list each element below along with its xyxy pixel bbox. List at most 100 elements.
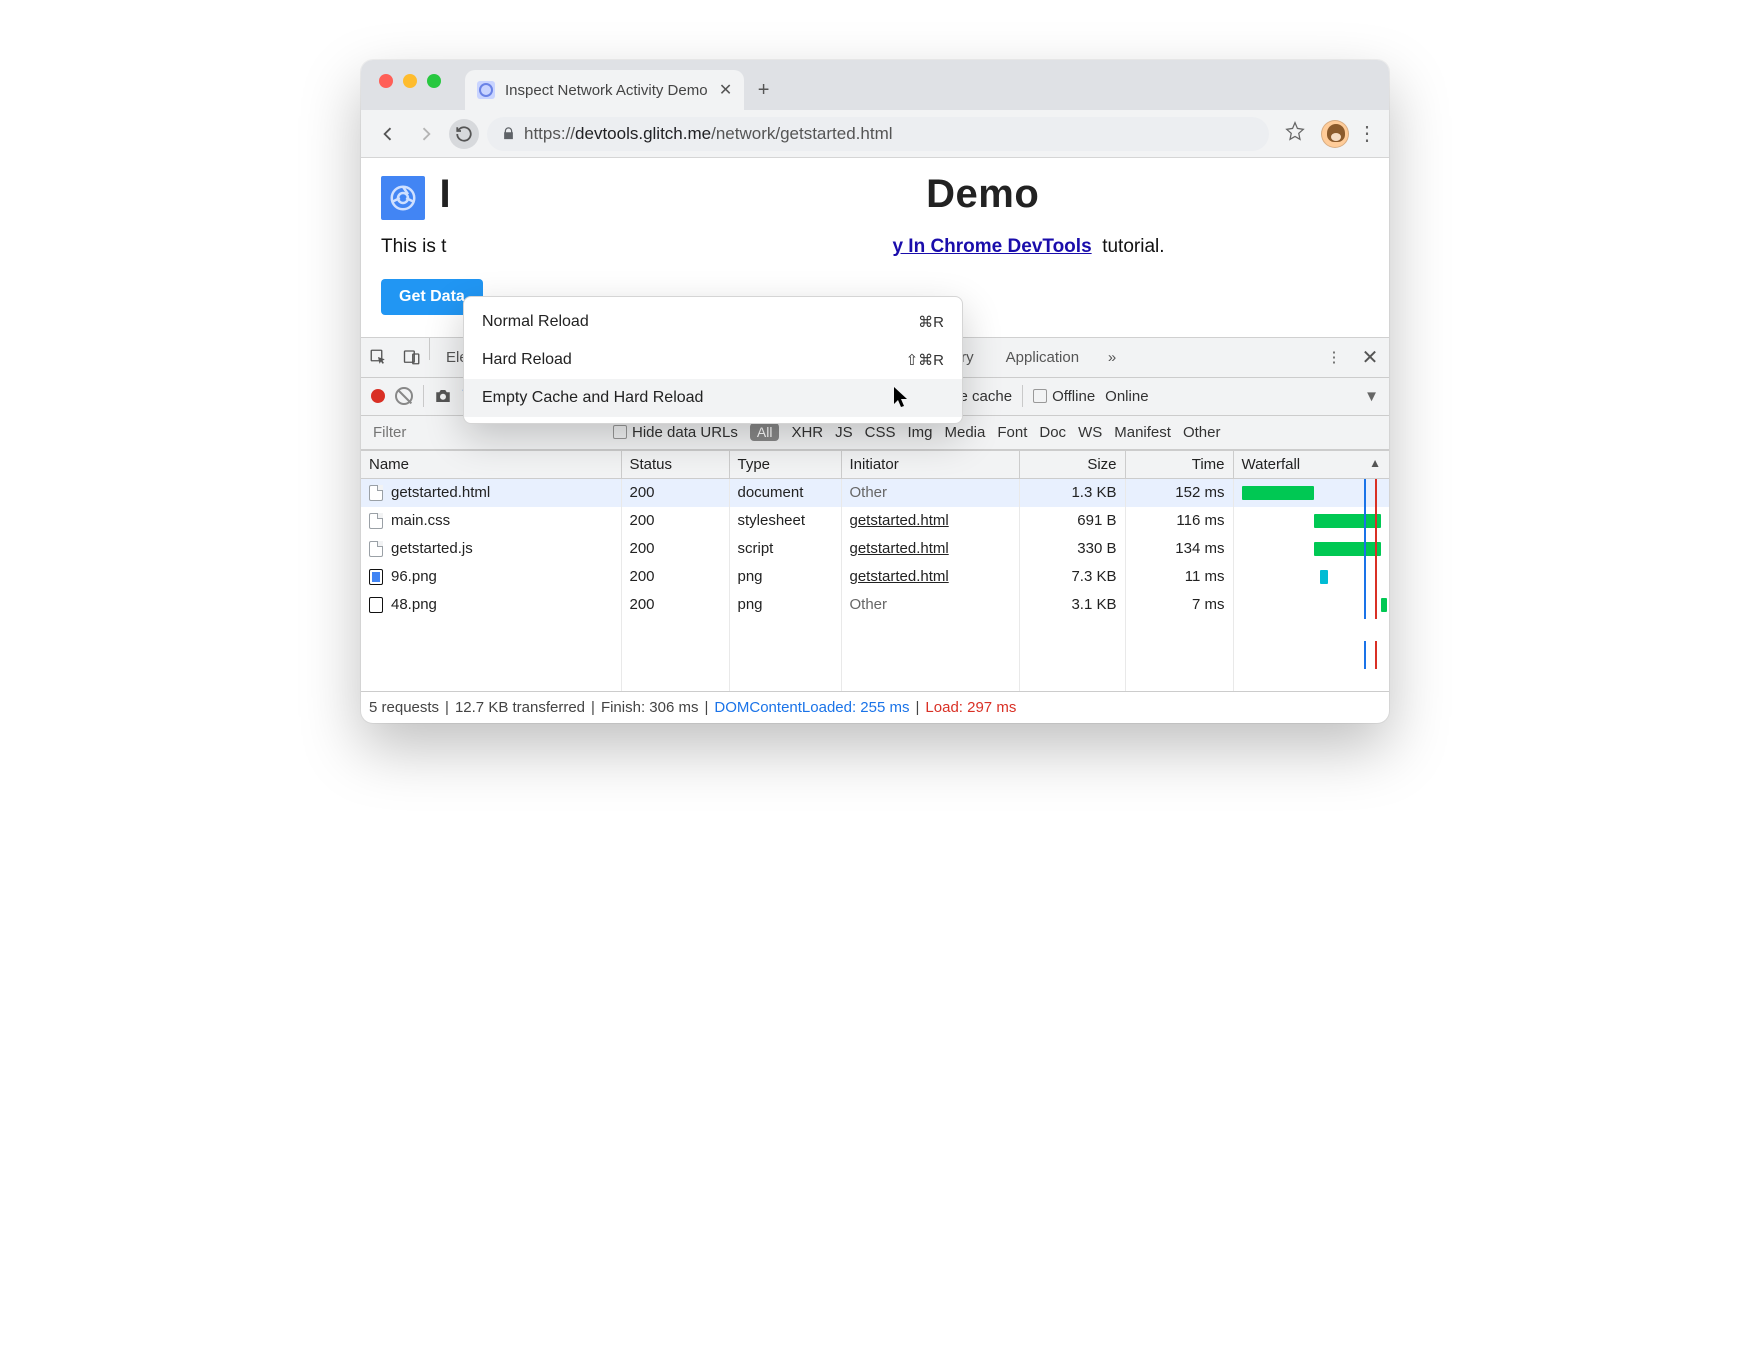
initiator-link[interactable]: getstarted.html — [850, 540, 949, 557]
ctx-label: Empty Cache and Hard Reload — [482, 389, 703, 407]
cell-waterfall — [1233, 563, 1389, 591]
back-button[interactable] — [373, 119, 403, 149]
cell-time: 116 ms — [1125, 507, 1233, 535]
devtools-close-button[interactable]: ✕ — [1351, 338, 1389, 377]
profile-avatar[interactable] — [1321, 120, 1349, 148]
tutorial-link[interactable]: y In Chrome DevTools — [892, 236, 1091, 257]
filter-input[interactable] — [371, 423, 601, 442]
hide-data-urls-checkbox[interactable]: Hide data URLs — [613, 424, 738, 441]
devtools-tab-application[interactable]: Application — [990, 338, 1095, 377]
forward-button[interactable] — [411, 119, 441, 149]
initiator-link[interactable]: getstarted.html — [850, 568, 949, 585]
cell-initiator: getstarted.html — [841, 535, 1019, 563]
col-name[interactable]: Name — [361, 450, 621, 478]
cell-waterfall — [1233, 507, 1389, 535]
cell-type: document — [729, 478, 841, 507]
device-toolbar-icon[interactable] — [395, 338, 429, 377]
table-row[interactable]: getstarted.html200documentOther1.3 KB152… — [361, 478, 1389, 507]
window-controls — [379, 74, 441, 88]
filter-type-css[interactable]: CSS — [865, 424, 896, 441]
cell-initiator: getstarted.html — [841, 507, 1019, 535]
ctx-label: Hard Reload — [482, 351, 572, 369]
status-transferred: 12.7 KB transferred — [455, 699, 585, 716]
cell-waterfall — [1233, 535, 1389, 563]
table-row[interactable]: main.css200stylesheetgetstarted.html691 … — [361, 507, 1389, 535]
offline-checkbox[interactable]: Offline — [1033, 388, 1095, 405]
cell-size: 3.1 KB — [1019, 591, 1125, 619]
table-row[interactable]: 48.png200pngOther3.1 KB7 ms — [361, 591, 1389, 619]
filter-type-other[interactable]: Other — [1183, 424, 1221, 441]
file-name: 48.png — [391, 596, 437, 613]
filter-type-js[interactable]: JS — [835, 424, 853, 441]
cell-time: 7 ms — [1125, 591, 1233, 619]
cell-status: 200 — [621, 535, 729, 563]
ctx-shortcut: ⌘R — [918, 313, 944, 331]
online-select[interactable]: Online — [1105, 388, 1148, 405]
clear-button[interactable] — [395, 387, 413, 405]
col-status[interactable]: Status — [621, 450, 729, 478]
filter-type-doc[interactable]: Doc — [1039, 424, 1066, 441]
filter-type-ws[interactable]: WS — [1078, 424, 1102, 441]
file-icon — [369, 513, 383, 529]
initiator-link[interactable]: getstarted.html — [850, 512, 949, 529]
ctx-empty-cache-hard-reload[interactable]: Empty Cache and Hard Reload — [464, 379, 962, 417]
table-row[interactable]: 96.png200pnggetstarted.html7.3 KB11 ms — [361, 563, 1389, 591]
cell-initiator: Other — [841, 478, 1019, 507]
network-status-bar: 5 requests| 12.7 KB transferred| Finish:… — [361, 691, 1389, 723]
network-conditions-icon[interactable]: ▼ — [1364, 388, 1379, 405]
filter-type-all[interactable]: All — [750, 423, 780, 441]
col-waterfall[interactable]: Waterfall▲ — [1233, 450, 1389, 478]
inspect-element-icon[interactable] — [361, 338, 395, 377]
cell-time: 134 ms — [1125, 535, 1233, 563]
minimize-window-button[interactable] — [403, 74, 417, 88]
status-finish: Finish: 306 ms — [601, 699, 699, 716]
filter-type-font[interactable]: Font — [997, 424, 1027, 441]
zoom-window-button[interactable] — [427, 74, 441, 88]
col-initiator[interactable]: Initiator — [841, 450, 1019, 478]
browser-menu-button[interactable]: ⋮ — [1357, 121, 1377, 146]
cell-status: 200 — [621, 563, 729, 591]
chromium-logo-icon — [381, 176, 425, 220]
tab-close-button[interactable]: ✕ — [718, 82, 734, 98]
col-time[interactable]: Time — [1125, 450, 1233, 478]
cell-status: 200 — [621, 478, 729, 507]
file-name: main.css — [391, 512, 450, 529]
file-name: getstarted.html — [391, 484, 490, 501]
col-size[interactable]: Size — [1019, 450, 1125, 478]
lock-icon — [501, 126, 516, 141]
cell-type: script — [729, 535, 841, 563]
cell-type: png — [729, 563, 841, 591]
reload-button[interactable] — [449, 119, 479, 149]
ctx-shortcut: ⇧⌘R — [906, 351, 944, 369]
col-type[interactable]: Type — [729, 450, 841, 478]
ctx-hard-reload[interactable]: Hard Reload ⇧⌘R — [464, 341, 962, 379]
filter-type-media[interactable]: Media — [945, 424, 986, 441]
record-button[interactable] — [371, 389, 385, 403]
cell-status: 200 — [621, 507, 729, 535]
ctx-normal-reload[interactable]: Normal Reload ⌘R — [464, 303, 962, 341]
tab-strip: Inspect Network Activity Demo ✕ + — [361, 60, 1389, 110]
status-load: Load: 297 ms — [925, 699, 1016, 716]
browser-tab[interactable]: Inspect Network Activity Demo ✕ — [465, 70, 744, 110]
page-title: Inspect Network Activity Demo — [439, 172, 1039, 216]
table-row[interactable]: getstarted.js200scriptgetstarted.html330… — [361, 535, 1389, 563]
close-window-button[interactable] — [379, 74, 393, 88]
devtools-more-tabs[interactable]: » — [1095, 338, 1129, 377]
bookmark-star-icon[interactable] — [1285, 121, 1305, 146]
file-icon — [369, 597, 383, 613]
cell-size: 1.3 KB — [1019, 478, 1125, 507]
address-bar[interactable]: https://devtools.glitch.me/network/getst… — [487, 117, 1269, 151]
url-text: https://devtools.glitch.me/network/getst… — [524, 124, 893, 144]
page-paragraph: This is the companion demo for the Inspe… — [381, 234, 1369, 261]
cell-size: 7.3 KB — [1019, 563, 1125, 591]
devtools-menu-button[interactable]: ⋮ — [1317, 338, 1351, 377]
filter-type-img[interactable]: Img — [907, 424, 932, 441]
capture-screenshots-icon[interactable] — [434, 388, 452, 404]
new-tab-button[interactable]: + — [744, 70, 784, 110]
filter-type-xhr[interactable]: XHR — [791, 424, 823, 441]
filter-type-manifest[interactable]: Manifest — [1114, 424, 1171, 441]
viewport: Normal Reload ⌘R Hard Reload ⇧⌘R Empty C… — [361, 158, 1389, 337]
cell-waterfall — [1233, 478, 1389, 507]
tab-title: Inspect Network Activity Demo — [505, 82, 708, 99]
ctx-label: Normal Reload — [482, 313, 589, 331]
